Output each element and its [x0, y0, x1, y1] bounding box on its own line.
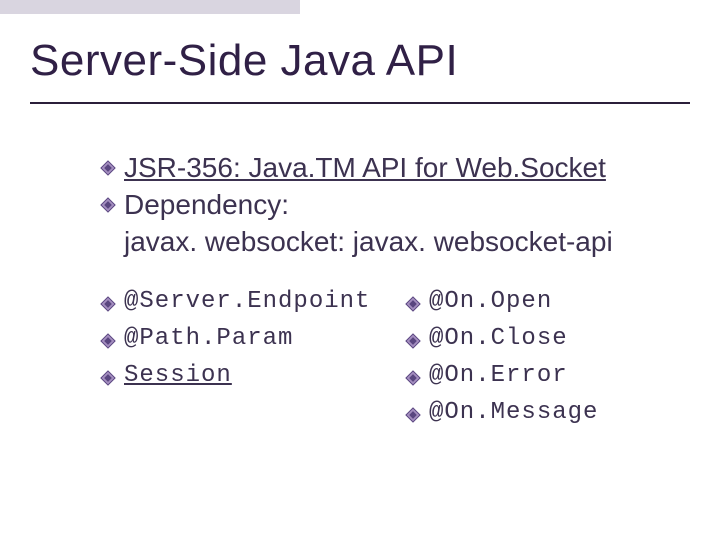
code-label: @On.Message [429, 399, 598, 426]
diamond-bullet-icon [100, 197, 116, 213]
bullet-subtext: javax. websocket: javax. websocket-api [124, 224, 690, 259]
list-item: @On.Error [405, 362, 700, 389]
diamond-bullet-icon [405, 333, 421, 349]
diamond-bullet-icon [100, 296, 116, 312]
diamond-bullet-icon [100, 370, 116, 386]
top-accent-bar [0, 0, 300, 14]
code-label: @On.Error [429, 362, 568, 389]
diamond-bullet-icon [100, 333, 116, 349]
bullet-text: Dependency: [124, 187, 289, 222]
right-column: @On.Open @On.Close @On.E [395, 288, 700, 436]
title-rule [30, 102, 690, 104]
slide: Server-Side Java API JSR-356: Java.TM AP… [0, 0, 720, 540]
code-label: @Server.Endpoint [124, 288, 370, 315]
list-item: Session [100, 362, 395, 389]
code-label: @Path.Param [124, 325, 293, 352]
code-label: @On.Close [429, 325, 568, 352]
list-item: @Path.Param [100, 325, 395, 352]
code-columns: @Server.Endpoint @Path.Param [100, 288, 700, 436]
diamond-bullet-icon [100, 160, 116, 176]
slide-title: Server-Side Java API [30, 36, 458, 86]
bullet-item: Dependency: [100, 187, 690, 222]
diamond-bullet-icon [405, 407, 421, 423]
list-item: @Server.Endpoint [100, 288, 395, 315]
main-content: JSR-356: Java.TM API for Web.Socket Depe… [100, 150, 690, 273]
left-column: @Server.Endpoint @Path.Param [100, 288, 395, 436]
bullet-item: JSR-356: Java.TM API for Web.Socket [100, 150, 690, 185]
code-label-link[interactable]: Session [124, 362, 232, 389]
diamond-bullet-icon [405, 370, 421, 386]
diamond-bullet-icon [405, 296, 421, 312]
list-item: @On.Open [405, 288, 700, 315]
list-item: @On.Close [405, 325, 700, 352]
list-item: @On.Message [405, 399, 700, 426]
code-label: @On.Open [429, 288, 552, 315]
bullet-text-link[interactable]: JSR-356: Java.TM API for Web.Socket [124, 150, 606, 185]
